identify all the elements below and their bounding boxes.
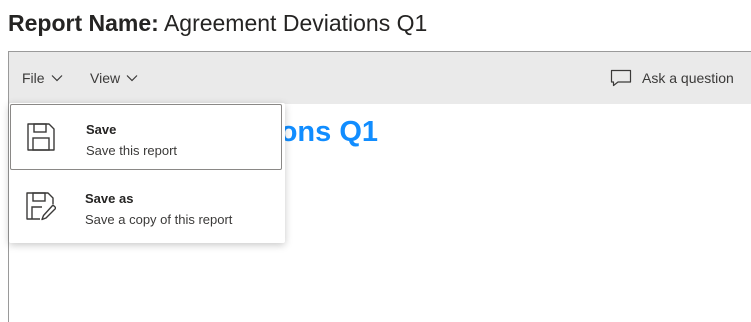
save-as-menu-description: Save a copy of this report xyxy=(85,212,233,227)
chevron-down-icon xyxy=(51,74,63,82)
floppy-disk-icon xyxy=(25,121,57,153)
report-name-header: Report Name: Agreement Deviations Q1 xyxy=(8,8,427,38)
file-menu-label: File xyxy=(22,70,45,86)
speech-bubble-icon xyxy=(610,69,632,87)
chevron-down-icon xyxy=(126,74,138,82)
report-name-value: Agreement Deviations Q1 xyxy=(163,10,428,36)
file-dropdown-menu: Save Save this report Save as Save a cop… xyxy=(9,103,285,243)
report-name-label: Report Name: xyxy=(8,10,159,36)
view-menu-button[interactable]: View xyxy=(90,52,138,104)
save-menu-title: Save xyxy=(86,122,117,137)
save-menu-description: Save this report xyxy=(86,143,178,158)
floppy-disk-edit-icon xyxy=(24,190,57,222)
save-menu-item[interactable]: Save Save this report xyxy=(10,104,282,170)
file-menu-button[interactable]: File xyxy=(22,52,63,104)
ask-a-question-label: Ask a question xyxy=(642,70,734,86)
save-as-menu-title: Save as xyxy=(85,191,134,206)
ask-a-question-button[interactable]: Ask a question xyxy=(610,52,734,104)
view-menu-label: View xyxy=(90,70,121,86)
report-toolbar: File View Ask a question xyxy=(9,52,751,104)
save-as-menu-item[interactable]: Save as Save a copy of this report xyxy=(10,174,282,240)
